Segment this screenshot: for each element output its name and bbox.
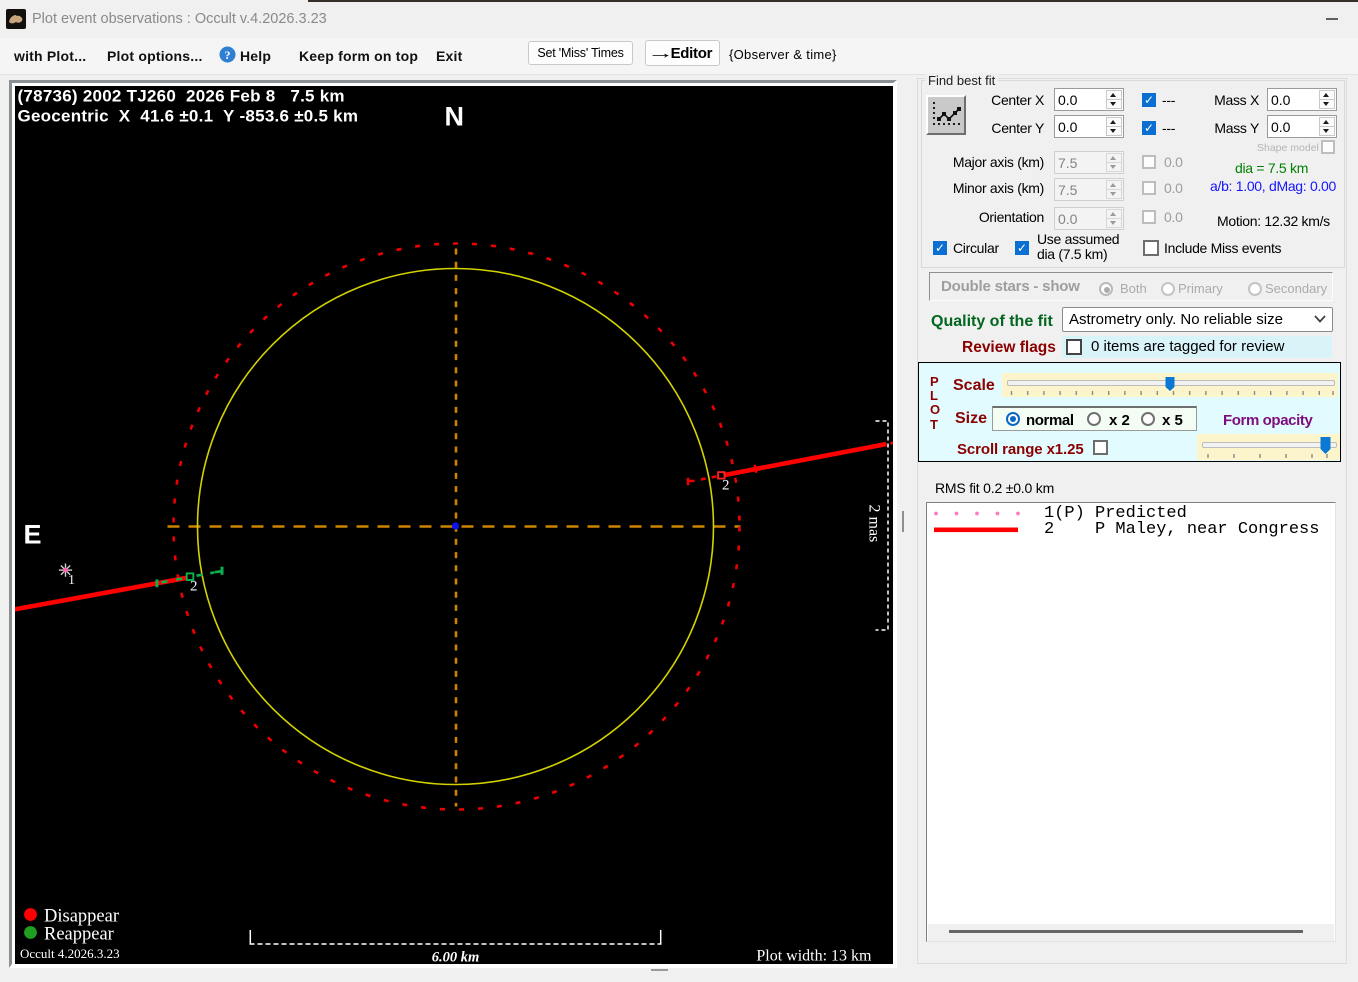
svg-text:E: E — [23, 519, 41, 549]
svg-text:2 mas: 2 mas — [865, 504, 882, 542]
svg-text:N: N — [444, 101, 464, 131]
svg-text:Occult 4.2026.3.23: Occult 4.2026.3.23 — [20, 946, 120, 961]
svg-text:2: 2 — [190, 578, 198, 594]
svg-text:Geocentric X 41.6 ±0.1 Y -8: Geocentric X 41.6 ±0.1 Y -853.6 ±0.5 km — [17, 106, 358, 125]
svg-text:1: 1 — [68, 573, 75, 588]
svg-text:2: 2 — [722, 477, 730, 493]
svg-text:(78736) 2002 TJ260 2026 Feb 8: (78736) 2002 TJ260 2026 Feb 8 7.5 km — [17, 86, 344, 105]
svg-text:Reappear: Reappear — [44, 924, 114, 944]
svg-text:?: ? — [225, 48, 231, 62]
svg-text:Disappear: Disappear — [44, 906, 119, 926]
svg-text:Plot width: 13 km: Plot width: 13 km — [756, 947, 872, 964]
svg-text:6.00 km: 6.00 km — [431, 949, 479, 964]
